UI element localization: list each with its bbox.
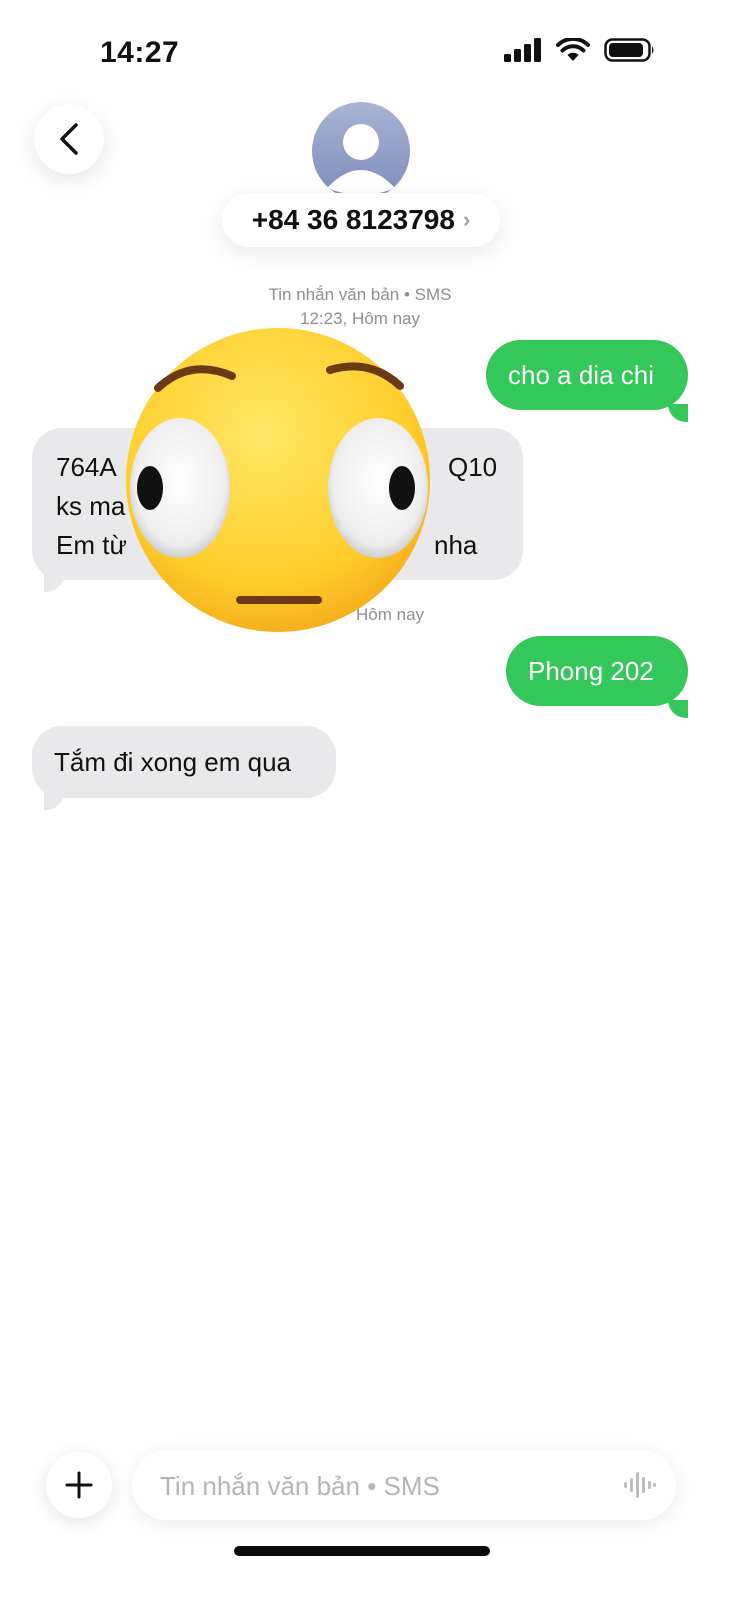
chevron-left-icon xyxy=(60,123,78,155)
bubble-tail xyxy=(44,574,64,592)
back-button[interactable] xyxy=(34,104,104,174)
flushed-face-emoji-sticker[interactable] xyxy=(120,320,436,640)
message-text-line-1a: 764A xyxy=(56,452,117,482)
incoming-message[interactable]: Tắm đi xong em qua xyxy=(32,726,336,798)
message-composer xyxy=(132,1450,676,1522)
bubble-tail xyxy=(44,792,64,810)
waveform-icon[interactable] xyxy=(624,1472,656,1498)
outgoing-message[interactable]: cho a dia chi xyxy=(486,340,688,410)
chevron-right-icon: › xyxy=(462,207,471,232)
outgoing-message[interactable]: Phong 202 xyxy=(506,636,688,706)
add-attachment-button[interactable] xyxy=(46,1452,112,1518)
message-text-line-1b: Q10 xyxy=(448,452,498,482)
message-input[interactable] xyxy=(158,1450,602,1522)
message-text: Tắm đi xong em qua xyxy=(54,746,292,777)
contact-number: +84 36 8123798 xyxy=(251,204,455,235)
bubble-tail xyxy=(668,404,688,422)
message-text: Phong 202 xyxy=(528,655,654,686)
bubble-tail xyxy=(668,700,688,718)
cellular-signal-icon xyxy=(504,38,541,62)
message-text-line-3a: Em từ xyxy=(56,530,127,560)
contact-avatar[interactable] xyxy=(312,102,410,200)
message-type-label: Tin nhắn văn bản • SMS xyxy=(268,285,452,304)
home-indicator xyxy=(234,1546,490,1556)
battery-icon xyxy=(604,38,654,62)
status-icons xyxy=(504,38,656,62)
message-text-line-2: ks ma xyxy=(56,491,126,521)
message-text-line-3b: nha xyxy=(434,530,478,560)
status-time: 14:27 xyxy=(100,36,180,69)
plus-icon xyxy=(65,1471,93,1499)
wifi-icon xyxy=(556,38,590,61)
contact-details-button[interactable]: +84 36 8123798 › xyxy=(222,193,500,247)
message-text: cho a dia chi xyxy=(508,359,654,390)
person-icon xyxy=(327,124,395,195)
